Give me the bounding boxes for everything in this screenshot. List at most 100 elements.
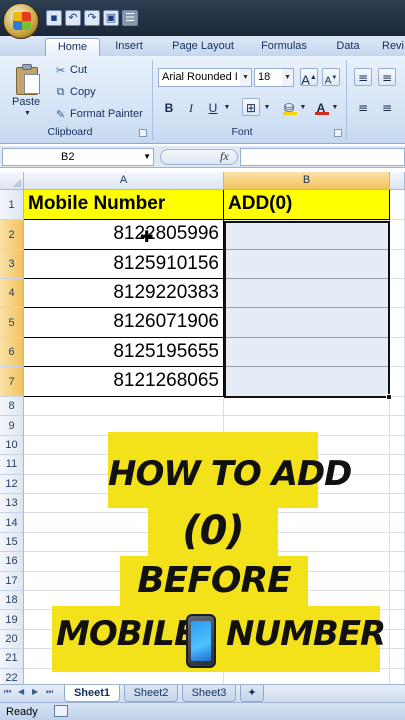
copy-button[interactable]: ⧉ Copy: [54, 84, 96, 100]
align-top-icon[interactable]: ≡: [354, 68, 372, 86]
tab-data[interactable]: Data: [326, 38, 370, 56]
cell-b[interactable]: [224, 308, 390, 338]
paste-dropdown-icon[interactable]: ▼: [24, 110, 31, 117]
row-header[interactable]: 18: [0, 591, 24, 611]
row-header[interactable]: 4: [0, 279, 24, 308]
borders-icon[interactable]: ⊞: [242, 98, 260, 116]
cell[interactable]: [390, 220, 405, 250]
table-row[interactable]: 8125195655: [24, 338, 224, 367]
table-row[interactable]: 8129220383: [24, 279, 224, 308]
macro-record-icon[interactable]: [54, 705, 68, 717]
cell[interactable]: [390, 532, 405, 553]
row-header[interactable]: 15: [0, 532, 24, 553]
insert-function-icon[interactable]: fx: [220, 149, 229, 164]
underline-button[interactable]: U: [204, 98, 222, 116]
cell[interactable]: [390, 455, 405, 475]
fill-handle[interactable]: [386, 394, 392, 400]
row-header[interactable]: 10: [0, 435, 24, 456]
row-header[interactable]: 21: [0, 649, 24, 669]
row-header[interactable]: 9: [0, 416, 24, 436]
cell[interactable]: [390, 668, 405, 684]
row-header[interactable]: 19: [0, 610, 24, 630]
cell[interactable]: [224, 397, 390, 417]
column-header-b[interactable]: B: [224, 172, 390, 190]
cell[interactable]: [390, 591, 405, 611]
cell-b[interactable]: [224, 279, 390, 308]
sheet-tab-sheet1[interactable]: Sheet1: [64, 685, 120, 702]
cut-button[interactable]: ✂ Cut: [54, 62, 87, 78]
tab-insert[interactable]: Insert: [104, 38, 154, 56]
row-header[interactable]: 2: [0, 220, 24, 250]
align-left-icon[interactable]: ≡: [354, 98, 372, 116]
paste-icon[interactable]: [14, 64, 42, 96]
next-sheet-icon[interactable]: ▶: [32, 687, 38, 696]
tab-home[interactable]: Home: [45, 38, 100, 56]
cell-b[interactable]: [224, 338, 390, 367]
row-header[interactable]: 20: [0, 629, 24, 650]
insert-sheet-icon[interactable]: ✦: [240, 685, 264, 702]
sheet-tab-sheet3[interactable]: Sheet3: [182, 685, 236, 702]
table-row[interactable]: 8121268065: [24, 367, 224, 397]
tab-page-layout[interactable]: Page Layout: [164, 38, 242, 56]
format-painter-button[interactable]: ✎ Format Painter: [54, 106, 143, 122]
cell[interactable]: [24, 397, 224, 417]
shrink-font-icon[interactable]: A▼: [322, 68, 340, 86]
font-size-select[interactable]: 18 ▼: [254, 68, 294, 87]
cell[interactable]: [390, 435, 405, 456]
bold-button[interactable]: B: [160, 98, 178, 116]
cell[interactable]: [390, 494, 405, 514]
row-header[interactable]: 3: [0, 250, 24, 279]
row-header[interactable]: 13: [0, 494, 24, 514]
select-all-button[interactable]: [0, 172, 24, 190]
paste-button[interactable]: Paste: [12, 96, 40, 108]
tab-review[interactable]: Revi: [382, 38, 405, 56]
chevron-down-icon[interactable]: ▼: [330, 98, 340, 116]
cell[interactable]: [390, 308, 405, 338]
row-header[interactable]: 6: [0, 338, 24, 367]
row-header[interactable]: 17: [0, 571, 24, 591]
cell[interactable]: [390, 513, 405, 533]
row-header[interactable]: 7: [0, 367, 24, 397]
row-header[interactable]: 16: [0, 552, 24, 572]
formula-input[interactable]: [240, 148, 405, 166]
italic-button[interactable]: I: [182, 98, 200, 116]
row-header[interactable]: 1: [0, 190, 24, 220]
first-sheet-icon[interactable]: ⏮: [4, 687, 11, 697]
chevron-down-icon[interactable]: ▼: [298, 98, 308, 116]
row-header[interactable]: 11: [0, 455, 24, 475]
last-sheet-icon[interactable]: ⏭: [46, 687, 53, 697]
align-center-icon[interactable]: ≡: [378, 98, 396, 116]
cell-b[interactable]: [224, 250, 390, 279]
row-header[interactable]: 5: [0, 308, 24, 338]
picture-icon[interactable]: ▣: [103, 10, 119, 26]
cell[interactable]: [390, 397, 405, 417]
table-row[interactable]: 8126071906: [24, 308, 224, 338]
chevron-down-icon[interactable]: ▼: [222, 98, 232, 116]
table-row[interactable]: 8125910156: [24, 250, 224, 279]
row-header[interactable]: 14: [0, 513, 24, 533]
cell[interactable]: [390, 367, 405, 397]
cell-b[interactable]: [224, 367, 390, 397]
table-row[interactable]: 8122805996: [24, 220, 224, 250]
clipboard-launcher-icon[interactable]: [139, 129, 147, 137]
cell[interactable]: [390, 610, 405, 630]
grow-font-icon[interactable]: A▲: [300, 68, 318, 87]
office-button[interactable]: [3, 3, 39, 39]
tab-formulas[interactable]: Formulas: [252, 38, 316, 56]
font-launcher-icon[interactable]: [334, 129, 342, 137]
row-header[interactable]: 12: [0, 474, 24, 494]
chevron-down-icon[interactable]: ▼: [262, 98, 272, 116]
save-icon[interactable]: ▪: [46, 10, 62, 26]
cell-b1[interactable]: ADD(0): [224, 190, 390, 220]
cell[interactable]: [390, 279, 405, 308]
prev-sheet-icon[interactable]: ◀: [18, 687, 24, 696]
sheet-tab-sheet2[interactable]: Sheet2: [124, 685, 178, 702]
undo-icon[interactable]: ↶: [65, 10, 81, 26]
cell[interactable]: [390, 629, 405, 650]
redo-icon[interactable]: ↷: [84, 10, 100, 26]
column-header-c[interactable]: [390, 172, 405, 190]
row-header[interactable]: 22: [0, 668, 24, 684]
cell[interactable]: [390, 250, 405, 279]
cell[interactable]: [390, 190, 405, 220]
cell[interactable]: [390, 416, 405, 436]
